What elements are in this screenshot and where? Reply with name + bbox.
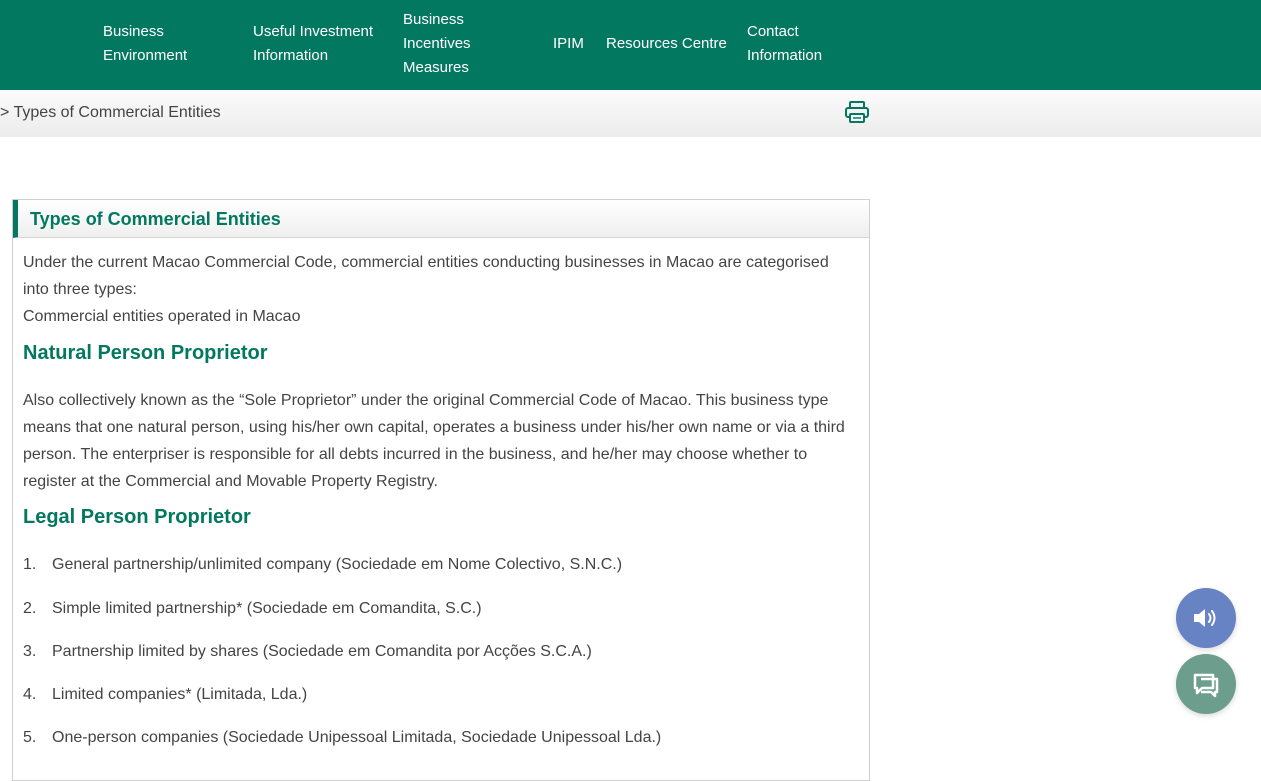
section-heading-natural-person: Natural Person Proprietor — [23, 342, 268, 364]
nav-item-useful-investment-information[interactable]: Useful Investment Information — [253, 20, 373, 68]
list-item-number: 5. — [23, 729, 37, 746]
print-icon[interactable] — [844, 99, 870, 125]
content-panel: Types of Commercial Entities Under the c… — [12, 199, 870, 781]
list-item-text: Limited companies* (Limitada, Lda.) — [52, 686, 308, 703]
intro-subtitle: Commercial entities operated in Macao — [23, 308, 301, 325]
list-item-number: 4. — [23, 686, 37, 703]
list-item: 3. Partnership limited by shares (Socieda… — [23, 643, 592, 661]
panel-title: Types of Commercial Entities — [30, 209, 281, 229]
section-text-natural-person: Also collectively known as the “Sole Pro… — [23, 392, 845, 490]
list-item: 1. General partnership/unlimited company … — [23, 556, 622, 574]
nav-item-business-incentives-measures[interactable]: Business Incentives Measures — [403, 8, 471, 80]
list-item-number: 2. — [23, 600, 37, 617]
section-heading-legal-person: Legal Person Proprietor — [23, 506, 251, 528]
list-item: 2. Simple limited partnership* (Sociedade… — [23, 600, 482, 618]
list-item-text: General partnership/unlimited company (S… — [52, 556, 623, 573]
nav-item-ipim[interactable]: IPIM — [553, 32, 584, 56]
intro-paragraph: Under the current Macao Commercial Code,… — [23, 254, 829, 298]
list-item-text: Partnership limited by shares (Sociedade… — [52, 643, 592, 660]
panel-header: Types of Commercial Entities — [13, 200, 869, 238]
list-item-number: 1. — [23, 556, 37, 573]
chat-button[interactable] — [1176, 654, 1236, 714]
text-to-speech-button[interactable] — [1176, 588, 1236, 648]
nav-item-contact-information[interactable]: Contact Information — [747, 20, 822, 68]
list-item-number: 3. — [23, 643, 37, 660]
speaker-icon — [1194, 609, 1216, 627]
chat-icon — [1193, 673, 1219, 698]
top-navigation: Business Environment Useful Investment I… — [0, 0, 1261, 90]
nav-item-business-environment[interactable]: Business Environment — [103, 20, 187, 68]
breadcrumb: > Types of Commercial Entities — [0, 104, 221, 121]
list-item-text: One-person companies (Sociedade Unipesso… — [52, 729, 662, 746]
list-item-text: Simple limited partnership* (Sociedade e… — [52, 600, 482, 617]
list-item: 4. Limited companies* (Limitada, Lda.) — [23, 686, 307, 704]
list-item: 5. One-person companies (Sociedade Unipes… — [23, 729, 661, 747]
nav-item-resources-centre[interactable]: Resources Centre — [606, 32, 727, 56]
